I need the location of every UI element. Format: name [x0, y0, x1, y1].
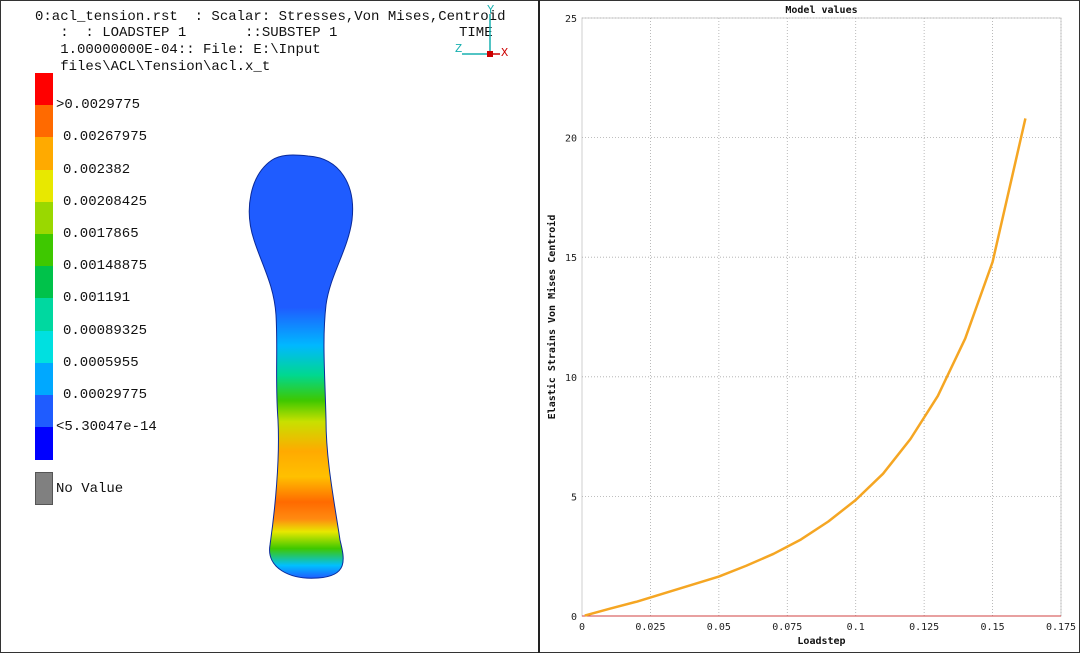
x-tick-label: 0.125: [909, 622, 939, 633]
x-tick-label: 0.1: [847, 622, 865, 633]
triad-z-label: Z: [455, 42, 463, 56]
legend-label: >0.0029775: [56, 97, 141, 114]
legend-swatch: [35, 427, 53, 460]
header-line-1: 0:acl_tension.rst : Scalar: Stresses,Von…: [35, 9, 506, 25]
legend-label: <5.30047e-14: [56, 419, 157, 436]
triad-y-label: Y: [487, 3, 495, 17]
legend-label: 0.0005955: [63, 354, 139, 371]
y-tick-label: 20: [565, 134, 577, 145]
contour-plot-panel: 0:acl_tension.rst : Scalar: Stresses,Von…: [0, 0, 538, 653]
chart-title: Model values: [785, 5, 857, 16]
x-tick-label: 0: [579, 622, 585, 633]
line-chart: 0 0.025 0.05 0.075 0.1 0.125 0.15 0.175 0 5 10 15 20…: [546, 5, 1076, 647]
legend-swatch: [35, 234, 53, 267]
no-value-label: No Value: [56, 481, 124, 497]
legend-label: 0.001191: [63, 290, 131, 307]
legend-swatch: [35, 330, 53, 364]
legend-swatch: [35, 266, 53, 299]
acl-model-render: [248, 154, 354, 579]
legend-swatch: [35, 362, 53, 396]
legend-label: 0.00148875: [63, 258, 148, 275]
legend-swatch: [35, 395, 53, 428]
y-tick-label: 0: [571, 612, 577, 623]
x-tick-label: 0.075: [772, 622, 802, 633]
y-tick-label: 25: [565, 14, 577, 25]
legend-label: 0.00029775: [63, 387, 148, 403]
legend-label: 0.00089325: [63, 322, 148, 339]
legend-swatch: [35, 105, 53, 138]
legend-label: 0.002382: [63, 161, 131, 178]
header-line-2: : : LOADSTEP 1 ::SUBSTEP 1: [35, 25, 338, 41]
y-tick-label: 15: [565, 253, 577, 264]
x-tick-label: 0.025: [635, 622, 665, 633]
y-axis-label: Elastic Strains Von Mises Centroid: [546, 215, 558, 420]
legend-swatch: [35, 137, 53, 171]
legend-swatch: [35, 201, 53, 235]
legend-label: 0.00267975: [63, 129, 148, 146]
y-tick-label: 10: [565, 373, 577, 384]
legend-label: 0.00208425: [63, 193, 148, 210]
legend-swatch: [35, 73, 53, 106]
y-tick-label: 5: [571, 492, 577, 503]
legend-swatch: [35, 298, 53, 332]
legend-swatch: [35, 169, 53, 203]
x-tick-label: 0.175: [1046, 622, 1076, 633]
header-line-3: 1.00000000E-04:: File: E:\Input: [35, 42, 321, 58]
x-tick-label: 0.15: [981, 622, 1005, 633]
x-tick-label: 0.05: [707, 622, 731, 633]
panel-divider: [538, 0, 540, 653]
no-value-swatch: [35, 472, 53, 505]
legend-label: 0.0017865: [63, 226, 139, 242]
triad-x-label: X: [501, 46, 509, 60]
x-axis-label: Loadstep: [797, 636, 845, 647]
header-line-4: files\ACL\Tension\acl.x_t: [35, 59, 271, 75]
